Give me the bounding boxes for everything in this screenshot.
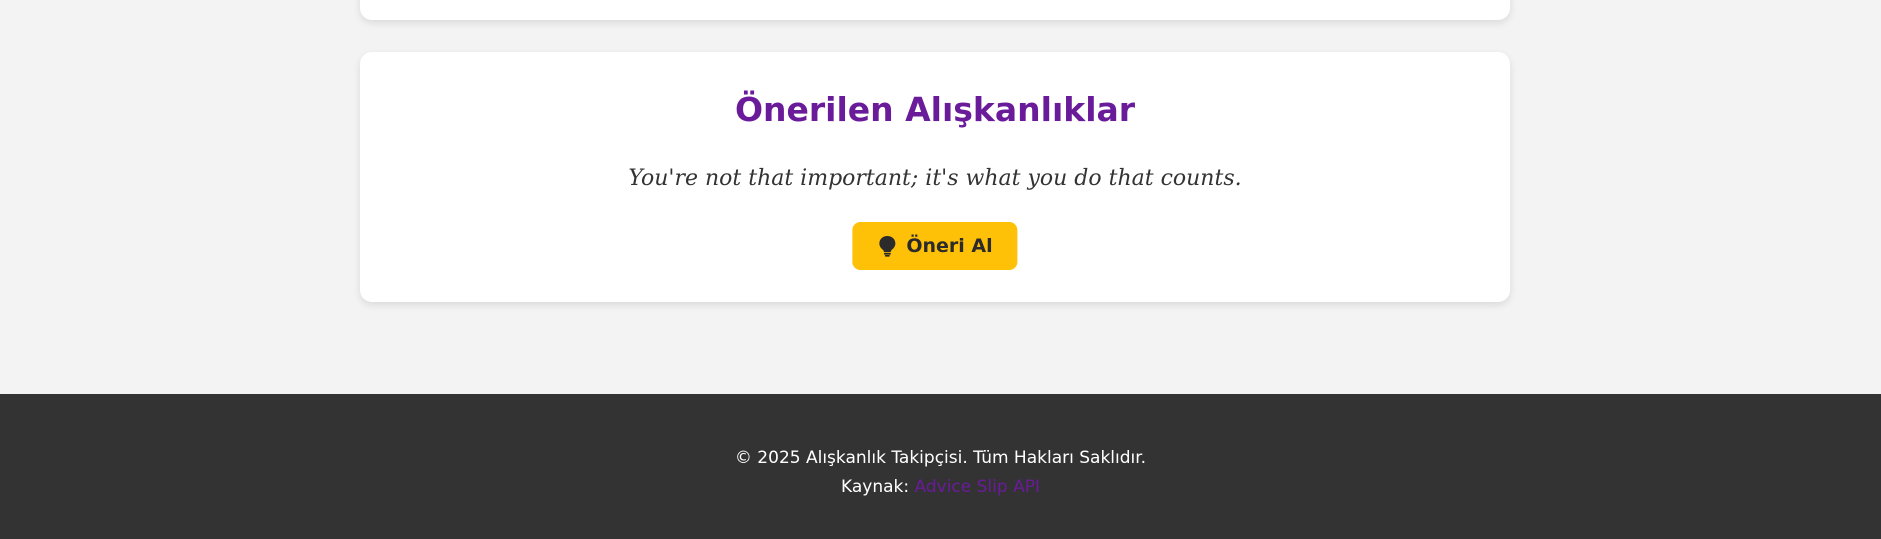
- advice-quote: You're not that important; it's what you…: [628, 166, 1242, 191]
- advice-slip-api-link[interactable]: Advice Slip API: [915, 477, 1040, 497]
- source-line: Kaynak: Advice Slip API: [0, 477, 1881, 497]
- page-footer: © 2025 Alışkanlık Takipçisi. Tüm Hakları…: [0, 394, 1881, 539]
- lightbulb-icon: [877, 235, 897, 257]
- previous-card: [360, 0, 1510, 20]
- suggested-habits-card: Önerilen Alışkanlıklar You're not that i…: [360, 52, 1510, 302]
- suggested-habits-title: Önerilen Alışkanlıklar: [734, 90, 1136, 129]
- copyright-text: © 2025 Alışkanlık Takipçisi. Tüm Hakları…: [734, 448, 1147, 468]
- get-advice-button[interactable]: Öneri Al: [852, 222, 1018, 270]
- source-prefix: Kaynak:: [841, 477, 910, 497]
- get-advice-label: Öneri Al: [906, 235, 993, 257]
